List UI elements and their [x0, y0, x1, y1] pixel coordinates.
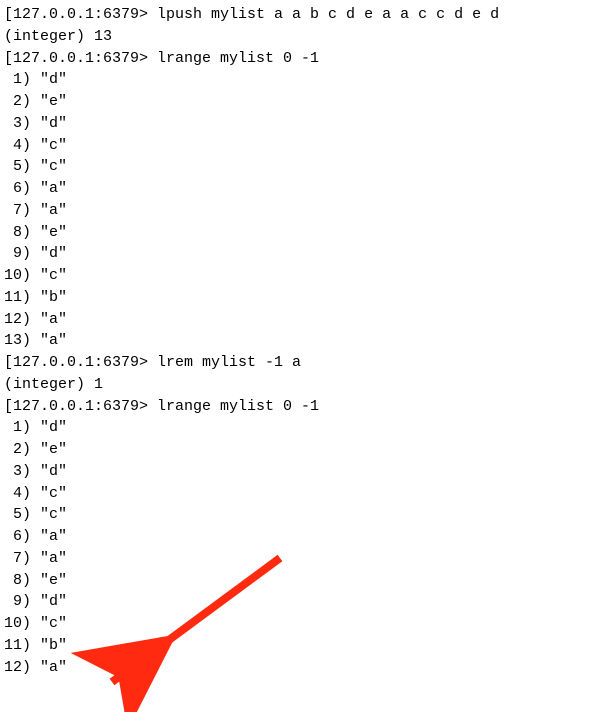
output-line: 11) "b" — [4, 287, 593, 309]
output-line: 6) "a" — [4, 178, 593, 200]
output-line: (integer) 13 — [4, 26, 593, 48]
output-line: 1) "d" — [4, 69, 593, 91]
output-line: 10) "c" — [4, 613, 593, 635]
output-line: 8) "e" — [4, 222, 593, 244]
output-line: 6) "a" — [4, 526, 593, 548]
command-text: lpush mylist a a b c d e a a c c d e d — [157, 6, 499, 23]
output-line: 7) "a" — [4, 200, 593, 222]
command-text: lrange mylist 0 -1 — [157, 398, 319, 415]
output-line: 9) "d" — [4, 243, 593, 265]
output-line: 3) "d" — [4, 113, 593, 135]
output-line: 10) "c" — [4, 265, 593, 287]
output-line: 9) "d" — [4, 591, 593, 613]
command-text: lrem mylist -1 a — [157, 354, 301, 371]
prompt: [127.0.0.1:6379> — [4, 354, 157, 371]
output-line: 2) "e" — [4, 439, 593, 461]
output-line: 8) "e" — [4, 570, 593, 592]
terminal-output: [127.0.0.1:6379> lpush mylist a a b c d … — [4, 4, 593, 678]
command-line: [127.0.0.1:6379> lrange mylist 0 -1 — [4, 396, 593, 418]
output-line: 13) "a" — [4, 330, 593, 352]
command-text: lrange mylist 0 -1 — [157, 50, 319, 67]
output-line: 4) "c" — [4, 483, 593, 505]
command-line: [127.0.0.1:6379> lpush mylist a a b c d … — [4, 4, 593, 26]
output-line: 11) "b" — [4, 635, 593, 657]
output-line: (integer) 1 — [4, 374, 593, 396]
output-line: 5) "c" — [4, 504, 593, 526]
output-line: 1) "d" — [4, 417, 593, 439]
output-line: 5) "c" — [4, 156, 593, 178]
command-line: [127.0.0.1:6379> lrange mylist 0 -1 — [4, 48, 593, 70]
output-line: 12) "a" — [4, 309, 593, 331]
prompt: [127.0.0.1:6379> — [4, 398, 157, 415]
output-line: 2) "e" — [4, 91, 593, 113]
command-line: [127.0.0.1:6379> lrem mylist -1 a — [4, 352, 593, 374]
prompt: [127.0.0.1:6379> — [4, 6, 157, 23]
output-line: 12) "a" — [4, 657, 593, 679]
output-line: 7) "a" — [4, 548, 593, 570]
output-line: 3) "d" — [4, 461, 593, 483]
output-line: 4) "c" — [4, 135, 593, 157]
prompt: [127.0.0.1:6379> — [4, 50, 157, 67]
